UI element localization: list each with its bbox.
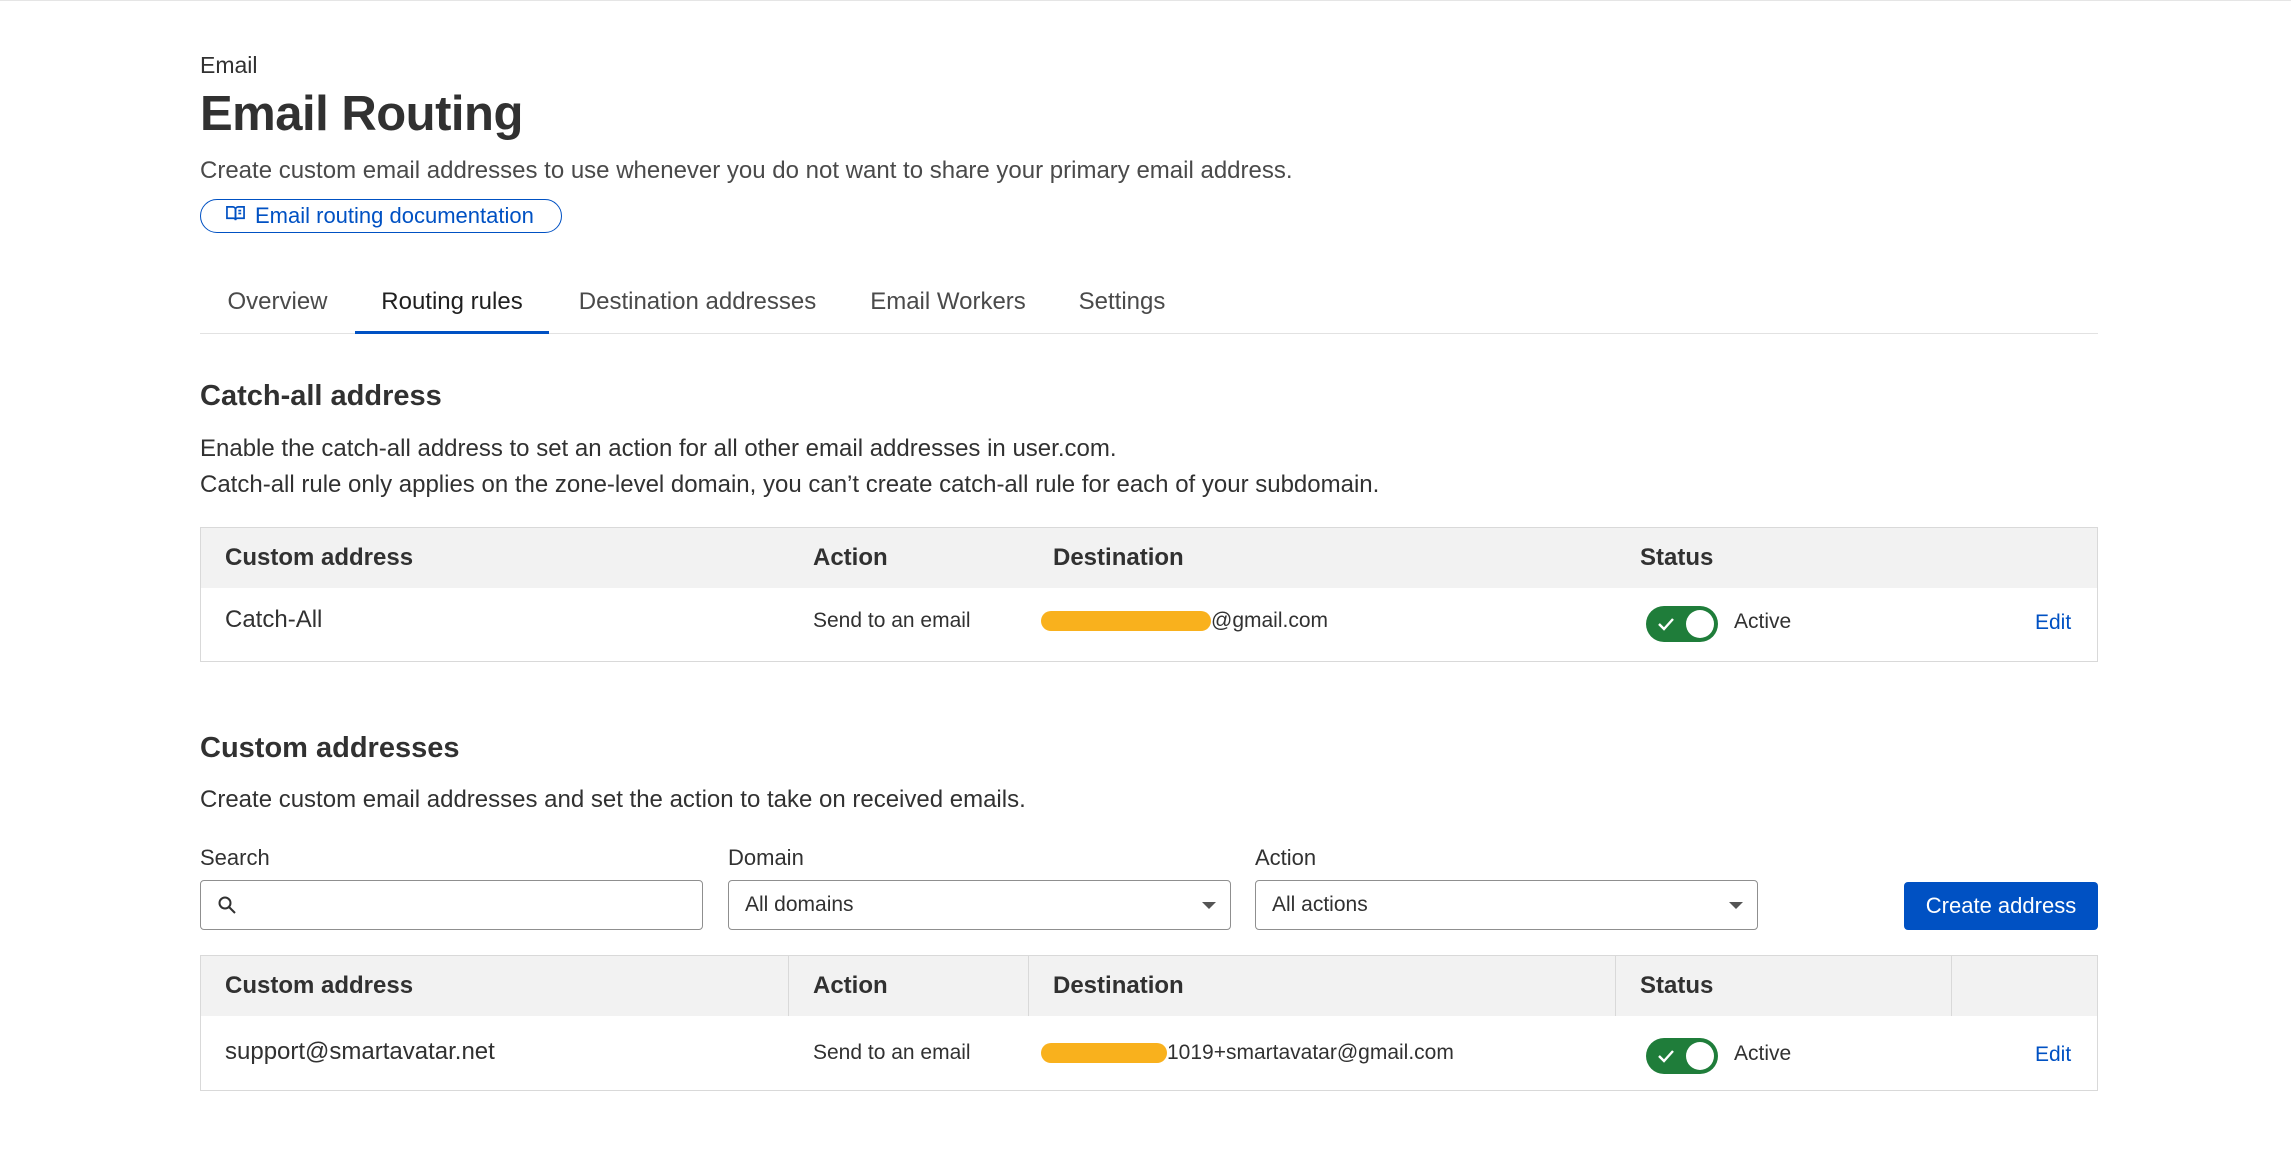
destination-text: 1019+smartavatar@gmail.com bbox=[1167, 1041, 1454, 1064]
page-title: Email Routing bbox=[200, 87, 523, 141]
search-label: Search bbox=[200, 845, 270, 870]
status-text: Active bbox=[1734, 610, 1792, 633]
chevron-down-icon bbox=[1202, 902, 1216, 909]
create-address-button[interactable]: Create address bbox=[1904, 882, 2098, 930]
check-icon bbox=[1658, 618, 1674, 631]
custom-addresses-title: Custom addresses bbox=[200, 732, 460, 764]
edit-link[interactable]: Edit bbox=[2035, 1043, 2071, 1067]
action-label: Action bbox=[1255, 845, 1317, 870]
tab-bar: Overview Routing rules Destination addre… bbox=[200, 270, 2098, 334]
top-divider bbox=[0, 0, 2291, 1]
book-icon bbox=[225, 203, 246, 229]
domain-label: Domain bbox=[728, 845, 804, 870]
redaction-mark bbox=[1041, 1043, 1167, 1063]
tab-email-workers[interactable]: Email Workers bbox=[846, 270, 1050, 333]
row-destination: 1019+smartavatar@gmail.com bbox=[1041, 1041, 1454, 1065]
column-header-status: Status bbox=[1640, 972, 1714, 999]
catch-all-address: Catch-All bbox=[225, 606, 323, 633]
column-header-custom-address: Custom address bbox=[225, 972, 414, 999]
table-header: Custom address Action Destination Status bbox=[201, 956, 2097, 1016]
table-header: Custom address Action Destination Status bbox=[201, 528, 2097, 588]
catch-all-table: Custom address Action Destination Status… bbox=[200, 527, 2098, 662]
tab-overview[interactable]: Overview bbox=[200, 270, 355, 333]
check-icon bbox=[1658, 1050, 1674, 1063]
documentation-link-label: Email routing documentation bbox=[255, 203, 534, 228]
catch-all-description: Enable the catch-all address to set an a… bbox=[200, 435, 1117, 462]
column-header-custom-address: Custom address bbox=[225, 544, 414, 571]
documentation-link[interactable]: Email routing documentation bbox=[200, 199, 562, 233]
column-header-destination: Destination bbox=[1053, 972, 1184, 999]
row-action: Send to an email bbox=[813, 609, 971, 632]
row-destination: @gmail.com bbox=[1041, 609, 1328, 633]
redaction-mark bbox=[1041, 611, 1211, 631]
column-header-action: Action bbox=[813, 972, 888, 999]
row-action: Send to an email bbox=[813, 1041, 971, 1064]
custom-addresses-table: Custom address Action Destination Status… bbox=[200, 955, 2098, 1091]
destination-text: @gmail.com bbox=[1211, 609, 1329, 632]
column-header-action: Action bbox=[813, 544, 888, 571]
breadcrumb: Email bbox=[200, 52, 258, 78]
page-subtitle: Create custom email addresses to use whe… bbox=[200, 157, 1293, 184]
catch-all-title: Catch-all address bbox=[200, 380, 442, 412]
tab-settings[interactable]: Settings bbox=[1050, 270, 1194, 333]
column-divider bbox=[788, 956, 789, 1016]
status-toggle[interactable] bbox=[1646, 1038, 1718, 1074]
toggle-knob bbox=[1686, 610, 1714, 638]
catch-all-note: Catch-all rule only applies on the zone-… bbox=[200, 471, 1380, 498]
edit-link[interactable]: Edit bbox=[2035, 611, 2071, 635]
tab-routing-rules[interactable]: Routing rules bbox=[355, 270, 549, 334]
column-header-destination: Destination bbox=[1053, 544, 1184, 571]
status-toggle[interactable] bbox=[1646, 606, 1718, 642]
search-icon bbox=[217, 895, 237, 915]
custom-address: support@smartavatar.net bbox=[225, 1038, 495, 1065]
column-divider bbox=[1028, 956, 1029, 1016]
domain-select[interactable]: All domains bbox=[728, 880, 1231, 930]
column-divider bbox=[1615, 956, 1616, 1016]
chevron-down-icon bbox=[1729, 902, 1743, 909]
tab-destination-addresses[interactable]: Destination addresses bbox=[549, 270, 846, 333]
action-select[interactable]: All actions bbox=[1255, 880, 1758, 930]
status-text: Active bbox=[1734, 1042, 1792, 1065]
column-divider bbox=[1951, 956, 1952, 1016]
search-input[interactable] bbox=[200, 880, 703, 930]
column-header-status: Status bbox=[1640, 544, 1714, 571]
custom-addresses-description: Create custom email addresses and set th… bbox=[200, 786, 1026, 813]
toggle-knob bbox=[1686, 1042, 1714, 1070]
